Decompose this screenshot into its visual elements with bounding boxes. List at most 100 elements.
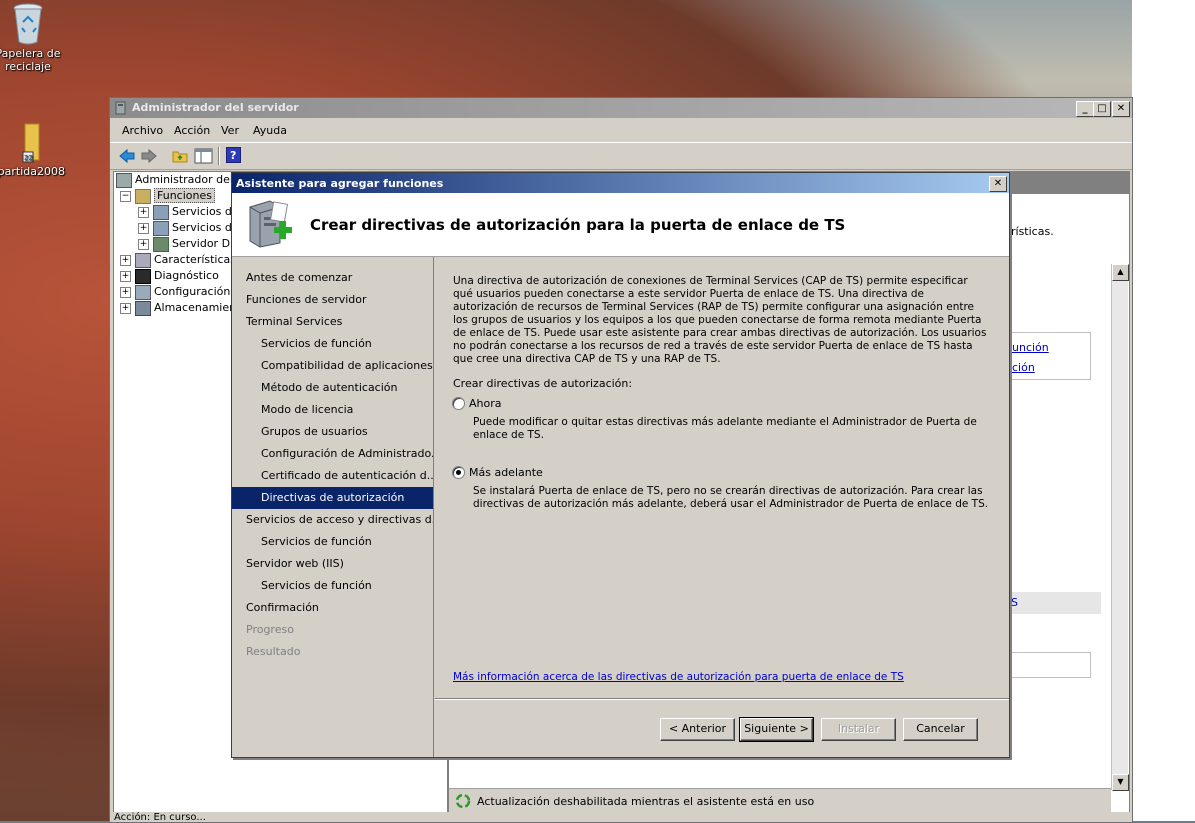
status-text: Acción: En curso... — [114, 812, 206, 823]
dialog-title: Asistente para agregar funciones — [236, 177, 444, 190]
menu-bar: Archivo Acción Ver Ayuda — [110, 119, 1132, 141]
wizard-step[interactable]: Certificado de autenticación d... — [232, 465, 433, 487]
wizard-step[interactable]: Servicios de función — [232, 333, 433, 355]
expand-icon[interactable]: + — [120, 254, 131, 266]
wizard-step[interactable]: Terminal Services — [232, 311, 433, 333]
tree-item-label: Funciones — [154, 188, 215, 203]
wizard-step[interactable]: Método de autenticación — [232, 377, 433, 399]
radio-ahora-description: Puede modificar o quitar estas directiva… — [473, 416, 977, 441]
expand-icon[interactable]: + — [138, 238, 149, 250]
storage-icon — [135, 300, 151, 316]
wizard-step[interactable]: Funciones de servidor — [232, 289, 433, 311]
expand-icon[interactable]: + — [120, 302, 131, 314]
dialog-header: Crear directivas de autorización para la… — [232, 193, 1009, 257]
svg-text:22: 22 — [24, 154, 33, 162]
menu-ver[interactable]: Ver — [221, 124, 239, 137]
wizard-content: Una directiva de autorización de conexio… — [435, 257, 1009, 757]
wizard-step: Progreso — [246, 623, 294, 636]
minimize-button[interactable]: _ — [1076, 101, 1094, 117]
radio-mas-adelante-label[interactable]: Más adelante — [469, 466, 543, 479]
wizard-step[interactable]: Servicios de función — [232, 531, 433, 553]
scroll-up-arrow-icon[interactable]: ▲ — [1112, 264, 1129, 281]
next-button[interactable]: Siguiente > — [739, 717, 814, 742]
wizard-step[interactable]: Servicios de función — [232, 575, 433, 597]
wizard-navigation: Antes de comenzar Funciones de servidor Te… — [232, 257, 434, 757]
window-titlebar: Administrador del servidor _ □ ✕ — [110, 98, 1132, 118]
up-folder-icon[interactable] — [172, 148, 188, 164]
expand-icon[interactable]: + — [120, 270, 131, 282]
wizard-step: Resultado — [246, 645, 301, 658]
update-notice-text: Actualización deshabilitada mientras el … — [477, 795, 815, 808]
more-info-link[interactable]: Más información acerca de las directivas… — [453, 671, 904, 683]
tree-item-label: Configuración — [154, 285, 231, 298]
add-roles-wizard-dialog: Asistente para agregar funciones ✕ Crear… — [231, 172, 1010, 758]
add-server-role-icon — [249, 200, 292, 248]
wizard-step[interactable]: Servidor web (IIS) — [232, 553, 433, 575]
button-separator — [435, 698, 1009, 700]
tree-item-label: Diagnóstico — [154, 269, 219, 282]
group-label: Crear directivas de autorización: — [453, 377, 633, 390]
radio-mas-adelante[interactable] — [452, 466, 465, 479]
menu-archivo[interactable]: Archivo — [122, 124, 163, 137]
back-arrow-icon[interactable] — [118, 148, 136, 164]
details-box — [1011, 652, 1091, 678]
dns-server-icon — [153, 236, 169, 252]
details-scrollbar[interactable]: ▲ ▼ — [1111, 264, 1129, 791]
expand-icon[interactable]: + — [120, 286, 131, 298]
recycle-bin-icon — [13, 3, 43, 45]
tree-item-label: Almacenamient — [154, 301, 241, 314]
server-manager-icon — [115, 101, 126, 115]
expand-icon[interactable]: + — [138, 206, 149, 218]
wizard-step[interactable]: Confirmación — [232, 597, 433, 619]
features-icon — [135, 252, 151, 268]
wizard-step[interactable]: Antes de comenzar — [232, 267, 433, 289]
tree-item-label: Servicios de — [172, 221, 239, 234]
recycle-bin-label: Papelera de reciclaje — [0, 47, 61, 73]
wizard-step[interactable]: Grupos de usuarios — [232, 421, 433, 443]
radio-mas-adelante-description: Se instalará Puerta de enlace de TS, per… — [473, 485, 989, 510]
tree-item-label: Servicios de — [172, 205, 239, 218]
window-title: Administrador del servidor — [132, 101, 299, 114]
scroll-down-arrow-icon[interactable]: ▼ — [1112, 774, 1129, 791]
wizard-step[interactable]: Directivas de autorización — [232, 487, 433, 509]
install-button: Instalar — [821, 718, 896, 741]
dialog-close-button[interactable]: ✕ — [989, 176, 1007, 192]
dialog-heading: Crear directivas de autorización para la… — [310, 216, 846, 234]
details-link-1[interactable]: unción — [1012, 341, 1049, 354]
dialog-titlebar: Asistente para agregar funciones ✕ — [232, 173, 1009, 193]
folder-icon: 22 — [22, 123, 40, 163]
intro-text: Una directiva de autorización de conexio… — [453, 275, 987, 365]
desktop-icon-recycle-bin[interactable]: Papelera de reciclaje — [0, 2, 68, 73]
shared-folder-label: mpartida2008 — [0, 165, 66, 178]
menu-accion[interactable]: Acción — [174, 124, 210, 137]
wizard-step[interactable]: Configuración de Administrado... — [232, 443, 433, 465]
tree-item-label: Características — [154, 253, 237, 266]
radio-ahora-label[interactable]: Ahora — [469, 397, 502, 410]
help-icon[interactable]: ? — [226, 147, 242, 164]
back-button[interactable]: < Anterior — [660, 718, 735, 741]
wizard-step[interactable]: Compatibilidad de aplicaciones — [232, 355, 433, 377]
details-text-fragment: rísticas. — [1011, 225, 1054, 238]
diagnostics-icon — [135, 268, 151, 284]
details-action-box: unción ción — [1011, 332, 1091, 380]
details-link-3[interactable]: S — [1011, 596, 1018, 609]
desktop-icon-shared-folder[interactable]: 22 mpartida2008 — [0, 120, 66, 178]
close-button[interactable]: ✕ — [1112, 101, 1130, 117]
forward-arrow-icon[interactable] — [140, 148, 158, 164]
details-link-2[interactable]: ción — [1012, 361, 1035, 374]
show-hide-console-tree-icon[interactable] — [194, 147, 214, 165]
radio-ahora[interactable] — [452, 397, 465, 410]
svg-text:?: ? — [230, 149, 236, 162]
service-icon — [153, 220, 169, 236]
server-icon — [116, 172, 132, 188]
details-section-header: S — [1011, 592, 1101, 614]
wizard-step[interactable]: Servicios de acceso y directivas d... — [232, 509, 433, 531]
expand-icon[interactable]: + — [138, 222, 149, 234]
toolbar-separator — [218, 147, 220, 165]
maximize-button[interactable]: □ — [1093, 101, 1111, 117]
wizard-step[interactable]: Modo de licencia — [232, 399, 433, 421]
radio-selected-dot — [456, 470, 461, 475]
cancel-button[interactable]: Cancelar — [903, 718, 978, 741]
menu-ayuda[interactable]: Ayuda — [253, 124, 287, 137]
collapse-icon[interactable]: − — [120, 190, 131, 202]
